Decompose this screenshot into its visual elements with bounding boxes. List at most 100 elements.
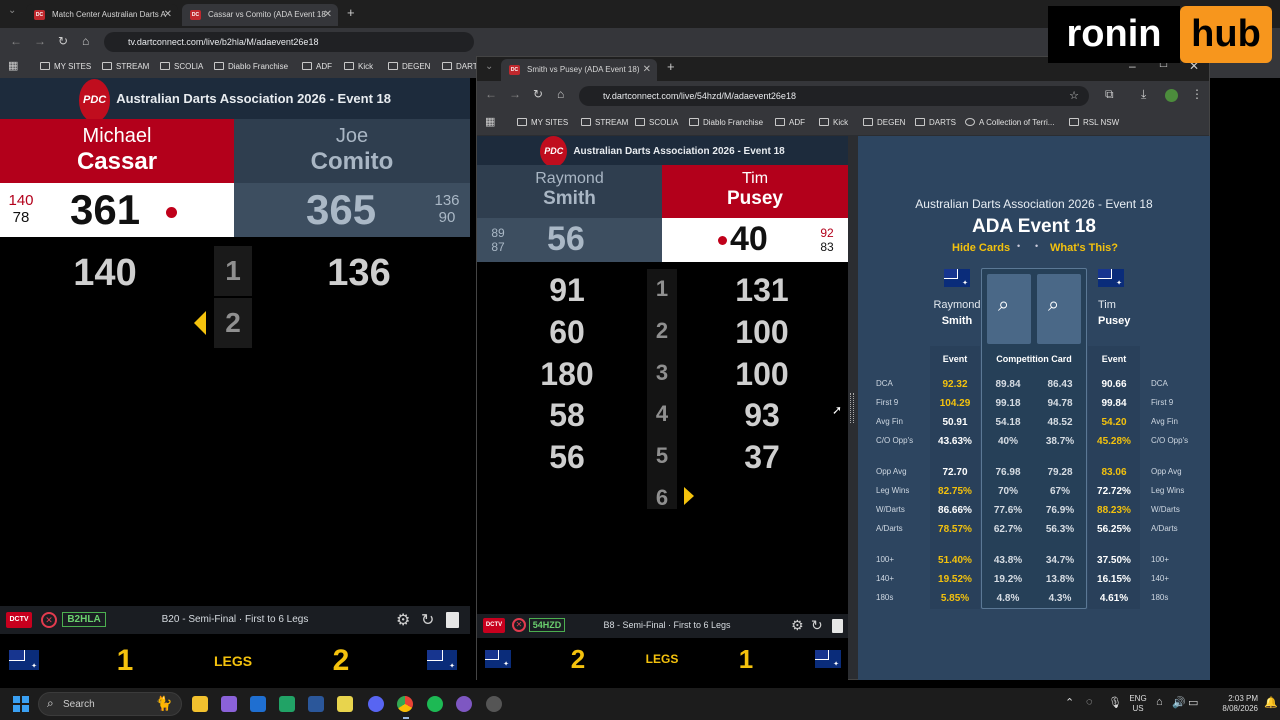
bookmark-adf[interactable]: ADF xyxy=(775,118,805,127)
bookmark-stream[interactable]: STREAM xyxy=(102,62,149,71)
apps-grid-icon[interactable]: ▦ xyxy=(485,115,495,128)
bookmark-degen[interactable]: DEGEN xyxy=(388,62,430,71)
bookmark-adf[interactable]: ADF xyxy=(302,62,332,71)
battery-icon[interactable]: ▭ xyxy=(1188,696,1198,709)
player1-first-name: Raymond xyxy=(535,170,604,187)
player1-score-box: 140 78 361 xyxy=(0,183,234,237)
volume-icon[interactable]: 🔊 xyxy=(1172,696,1186,709)
dctv-favicon-icon: DC xyxy=(34,10,45,20)
bookmark-kick[interactable]: Kick xyxy=(819,118,848,127)
bookmark-diablo[interactable]: Diablo Franchise xyxy=(689,118,763,127)
clock[interactable]: 2:03 PM 8/08/2026 xyxy=(1208,694,1258,714)
bookmark-diablo[interactable]: Diablo Franchise xyxy=(214,62,288,71)
reload-icon[interactable]: ↻ xyxy=(58,34,68,48)
stat-p1-event: 43.63% xyxy=(938,436,972,447)
app-icon[interactable] xyxy=(221,696,237,712)
close-tab-icon[interactable]: ✕ xyxy=(324,4,332,26)
refresh-icon[interactable]: ↻ xyxy=(421,610,434,630)
back-icon[interactable]: ← xyxy=(485,87,497,101)
tab-smith-pusey[interactable]: DC Smith vs Pusey (ADA Event 18) ✕ xyxy=(501,59,657,81)
url-field[interactable]: tv.dartconnect.com/live/b2hla/M/adaevent… xyxy=(104,32,474,52)
discord-icon[interactable] xyxy=(368,696,384,712)
bookmark-collection[interactable]: A Collection of Terri... xyxy=(965,118,1054,127)
turn-arrow-icon xyxy=(194,311,206,335)
document-icon[interactable] xyxy=(446,612,459,628)
bookmark-scolia[interactable]: SCOLIA xyxy=(635,118,678,127)
p2-competition-card[interactable]: ⌕ xyxy=(1037,274,1081,344)
chrome-icon[interactable] xyxy=(397,696,413,712)
home-icon[interactable]: ⌂ xyxy=(82,34,89,48)
file-explorer-icon[interactable] xyxy=(192,696,208,712)
close-circle-icon[interactable]: ✕ xyxy=(41,612,57,628)
new-tab-icon[interactable]: + xyxy=(667,59,675,74)
bookmark-stream[interactable]: STREAM xyxy=(581,118,628,127)
p1-competition-card[interactable]: ⌕ xyxy=(987,274,1031,344)
document-icon[interactable] xyxy=(832,619,843,633)
stat-p2-event: 83.06 xyxy=(1101,467,1127,478)
profile-avatar[interactable] xyxy=(1165,89,1178,102)
app-icon[interactable] xyxy=(486,696,502,712)
resize-handle[interactable] xyxy=(850,393,854,423)
stat-label-left: Opp Avg xyxy=(876,467,907,476)
bookmark-degen[interactable]: DEGEN xyxy=(863,118,905,127)
reload-icon[interactable]: ↻ xyxy=(533,87,543,101)
notes-icon[interactable] xyxy=(337,696,353,712)
clock-time: 2:03 PM xyxy=(1228,694,1258,703)
player1-name: Raymond Smith xyxy=(477,165,662,218)
zoom-in-icon[interactable]: ⌕ xyxy=(998,294,1009,317)
more-menu-icon[interactable]: ⋮ xyxy=(1191,87,1203,101)
home-icon[interactable]: ⌂ xyxy=(557,87,564,101)
back-icon[interactable]: ← xyxy=(10,34,22,48)
url-text: tv.dartconnect.com/live/b2hla/M/adaevent… xyxy=(128,37,319,47)
taskbar-search-box[interactable]: ⌕ Search 🐈 xyxy=(38,692,182,716)
download-icon[interactable]: ⤓ xyxy=(1141,87,1146,102)
player2-score-box: 365 136 90 xyxy=(234,183,470,237)
tray-expand-icon[interactable]: ⌃ xyxy=(1065,696,1074,709)
url-field[interactable]: tv.dartconnect.com/live/54hzd/M/adaevent… xyxy=(579,86,1089,106)
network-icon[interactable]: ⌂ xyxy=(1156,696,1163,708)
player2-score-box: 40 92 83 xyxy=(662,218,848,262)
tab-list-icon[interactable]: ⌄ xyxy=(485,61,493,72)
apps-grid-icon[interactable]: ▦ xyxy=(8,59,18,72)
close-tab-icon[interactable]: ✕ xyxy=(164,4,172,26)
bookmark-my-sites[interactable]: MY SITES xyxy=(517,118,568,127)
close-circle-icon[interactable]: ✕ xyxy=(512,618,526,632)
p1-legs: 1 xyxy=(116,644,134,677)
extensions-icon[interactable]: ⧉ xyxy=(1105,87,1114,102)
spotify-icon[interactable] xyxy=(427,696,443,712)
bookmark-my-sites[interactable]: MY SITES xyxy=(40,62,91,71)
stat-p2-comp: 67% xyxy=(1049,486,1070,497)
word-icon[interactable] xyxy=(308,696,324,712)
app-icon[interactable] xyxy=(456,696,472,712)
excel-icon[interactable] xyxy=(279,696,295,712)
zoom-in-icon[interactable]: ⌕ xyxy=(1048,294,1059,317)
tab-list-icon[interactable]: ⌄ xyxy=(8,5,16,16)
tab-match-center[interactable]: DC Match Center Australian Darts A ✕ xyxy=(26,4,178,26)
notifications-bell-icon[interactable]: 🔔 xyxy=(1264,696,1278,709)
whats-this-link[interactable]: What's This? xyxy=(1050,242,1118,254)
forward-icon[interactable]: → xyxy=(509,87,521,101)
stat-label-left: 100+ xyxy=(876,555,895,564)
bookmark-scolia[interactable]: SCOLIA xyxy=(160,62,203,71)
player1-score-box: 89 87 56 xyxy=(477,218,662,262)
bookmark-rsl-nsw[interactable]: RSL NSW xyxy=(1069,118,1119,127)
refresh-icon[interactable]: ↻ xyxy=(811,617,823,634)
settings-gear-icon[interactable]: ⚙ xyxy=(791,617,804,634)
bookmark-star-icon[interactable]: ☆ xyxy=(1069,86,1079,106)
forward-icon[interactable]: → xyxy=(34,34,46,48)
player2-last-throw: 92 xyxy=(820,226,834,240)
tab-cassar-comito[interactable]: DC Cassar vs Comito (ADA Event 18 ✕ xyxy=(182,4,338,26)
tray-app-icon[interactable]: ◌ xyxy=(1086,696,1093,708)
bookmark-darts[interactable]: DARTS xyxy=(915,118,956,127)
language-indicator[interactable]: ENG US xyxy=(1126,694,1150,714)
new-tab-icon[interactable]: + xyxy=(347,5,355,20)
hide-cards-link[interactable]: Hide Cards xyxy=(952,242,1010,254)
microphone-icon[interactable]: 🎙 xyxy=(1108,696,1122,709)
outlook-icon[interactable] xyxy=(250,696,266,712)
stat-p1-comp: 19.2% xyxy=(993,574,1023,585)
start-windows-icon[interactable] xyxy=(13,696,29,712)
bookmark-kick[interactable]: Kick xyxy=(344,62,373,71)
close-tab-icon[interactable]: ✕ xyxy=(643,59,651,81)
header-event: Event xyxy=(1101,354,1127,364)
settings-gear-icon[interactable]: ⚙ xyxy=(396,610,410,630)
